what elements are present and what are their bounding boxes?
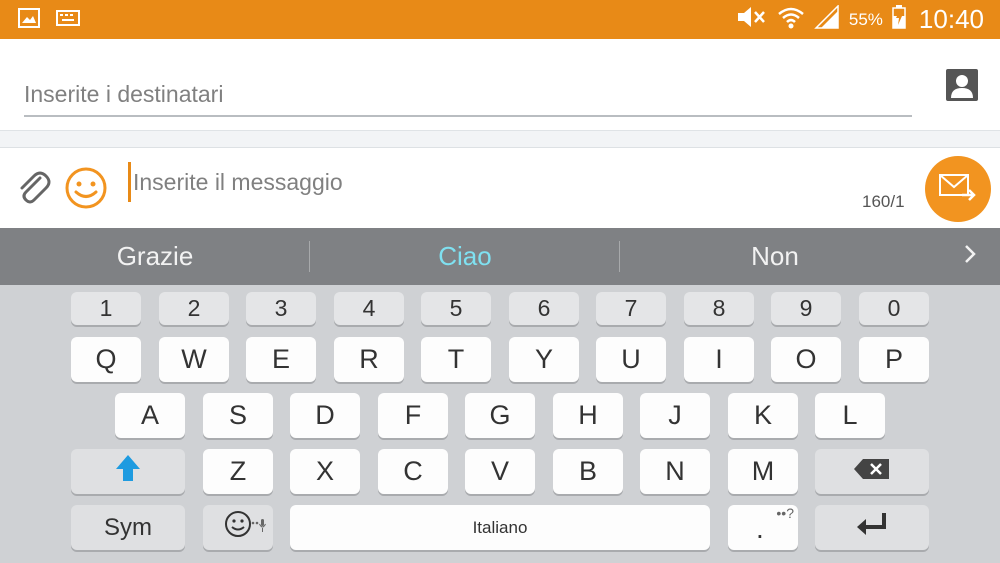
message-input[interactable] [128, 162, 888, 202]
key-z[interactable]: Z [203, 449, 273, 494]
battery-charging-icon [892, 5, 906, 34]
paperclip-icon [14, 171, 54, 212]
recipient-input[interactable] [24, 73, 912, 117]
key-r[interactable]: R [334, 337, 404, 382]
shift-arrow-icon [114, 453, 142, 490]
suggestion-bar: Grazie Ciao Non [0, 228, 1000, 285]
key-j[interactable]: J [640, 393, 710, 438]
keyboard-icon [56, 10, 80, 31]
key-l[interactable]: L [815, 393, 885, 438]
enter-key[interactable] [815, 505, 929, 550]
key-p[interactable]: P [859, 337, 929, 382]
contact-icon [946, 69, 978, 105]
key-a[interactable]: A [115, 393, 185, 438]
character-counter: 160/1 [862, 192, 905, 211]
contacts-button[interactable] [946, 69, 978, 101]
messaging-screen: 55% 10:40 160/1 [0, 0, 1000, 563]
key-q[interactable]: Q [71, 337, 141, 382]
key-f[interactable]: F [378, 393, 448, 438]
key-e[interactable]: E [246, 337, 316, 382]
key-b[interactable]: B [553, 449, 623, 494]
key-4[interactable]: 4 [334, 292, 404, 325]
suggestion-item-highlighted[interactable]: Ciao [310, 228, 620, 285]
status-bar-system: 55% 10:40 [734, 0, 984, 39]
period-key-extra: ••? [776, 505, 794, 521]
signal-icon [814, 4, 840, 34]
keyboard: 1 2 3 4 5 6 7 8 9 0 Q W E R T Y U I O P … [0, 285, 1000, 563]
message-composer: 160/1 [0, 148, 1000, 228]
key-k[interactable]: K [728, 393, 798, 438]
key-8[interactable]: 8 [684, 292, 754, 325]
key-h[interactable]: H [553, 393, 623, 438]
clock: 10:40 [918, 4, 984, 34]
space-key-label: Italiano [472, 517, 528, 537]
period-key-label: . [756, 513, 764, 544]
backspace-icon [853, 456, 891, 487]
send-button[interactable] [925, 156, 991, 222]
enter-icon [854, 511, 890, 544]
period-key[interactable]: . ••? [728, 505, 798, 550]
battery-percent: 55% [848, 9, 883, 29]
key-c[interactable]: C [378, 449, 448, 494]
divider [0, 131, 1000, 148]
key-t[interactable]: T [421, 337, 491, 382]
key-o[interactable]: O [771, 337, 841, 382]
key-6[interactable]: 6 [509, 292, 579, 325]
key-g[interactable]: G [465, 393, 535, 438]
key-9[interactable]: 9 [771, 292, 841, 325]
status-bar: 55% 10:40 [0, 0, 1000, 39]
shift-key[interactable] [71, 449, 185, 494]
key-w[interactable]: W [159, 337, 229, 382]
key-m[interactable]: M [728, 449, 798, 494]
key-5[interactable]: 5 [421, 292, 491, 325]
emoji-mic-key[interactable] [203, 505, 273, 550]
recipient-bar [0, 39, 1000, 131]
key-v[interactable]: V [465, 449, 535, 494]
wifi-icon [777, 5, 805, 34]
smiley-icon [64, 167, 108, 214]
key-1[interactable]: 1 [71, 292, 141, 325]
suggestion-item[interactable]: Grazie [0, 228, 310, 285]
gallery-icon [18, 8, 40, 33]
mute-icon [734, 5, 768, 34]
chevron-right-icon [963, 243, 977, 270]
key-s[interactable]: S [203, 393, 273, 438]
status-bar-notifications [18, 8, 80, 33]
key-3[interactable]: 3 [246, 292, 316, 325]
more-suggestions-button[interactable] [950, 228, 990, 285]
key-7[interactable]: 7 [596, 292, 666, 325]
key-n[interactable]: N [640, 449, 710, 494]
suggestion-item[interactable]: Non [620, 228, 930, 285]
key-d[interactable]: D [290, 393, 360, 438]
backspace-key[interactable] [815, 449, 929, 494]
emoji-button[interactable] [64, 166, 108, 210]
key-i[interactable]: I [684, 337, 754, 382]
send-mail-icon [938, 171, 978, 208]
key-0[interactable]: 0 [859, 292, 929, 325]
key-u[interactable]: U [596, 337, 666, 382]
space-key[interactable]: Italiano [290, 505, 710, 550]
key-y[interactable]: Y [509, 337, 579, 382]
attach-button[interactable] [14, 168, 54, 208]
microphone-icon [251, 509, 267, 540]
key-x[interactable]: X [290, 449, 360, 494]
smiley-icon [223, 509, 253, 546]
key-2[interactable]: 2 [159, 292, 229, 325]
sym-key[interactable]: Sym [71, 505, 185, 550]
